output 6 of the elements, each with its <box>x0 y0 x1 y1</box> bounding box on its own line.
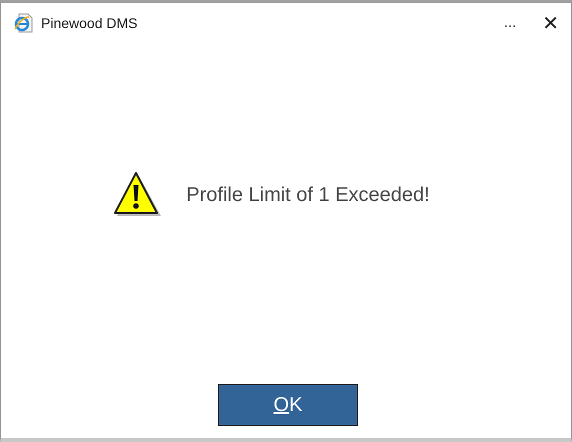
browser-icon <box>13 13 33 33</box>
more-button[interactable]: ... <box>504 16 516 30</box>
ok-button[interactable]: OK <box>218 384 358 426</box>
close-button[interactable]: ✕ <box>542 11 559 35</box>
window-title: Pinewood DMS <box>41 15 138 31</box>
message-text: Profile Limit of 1 Exceeded! <box>186 184 430 207</box>
